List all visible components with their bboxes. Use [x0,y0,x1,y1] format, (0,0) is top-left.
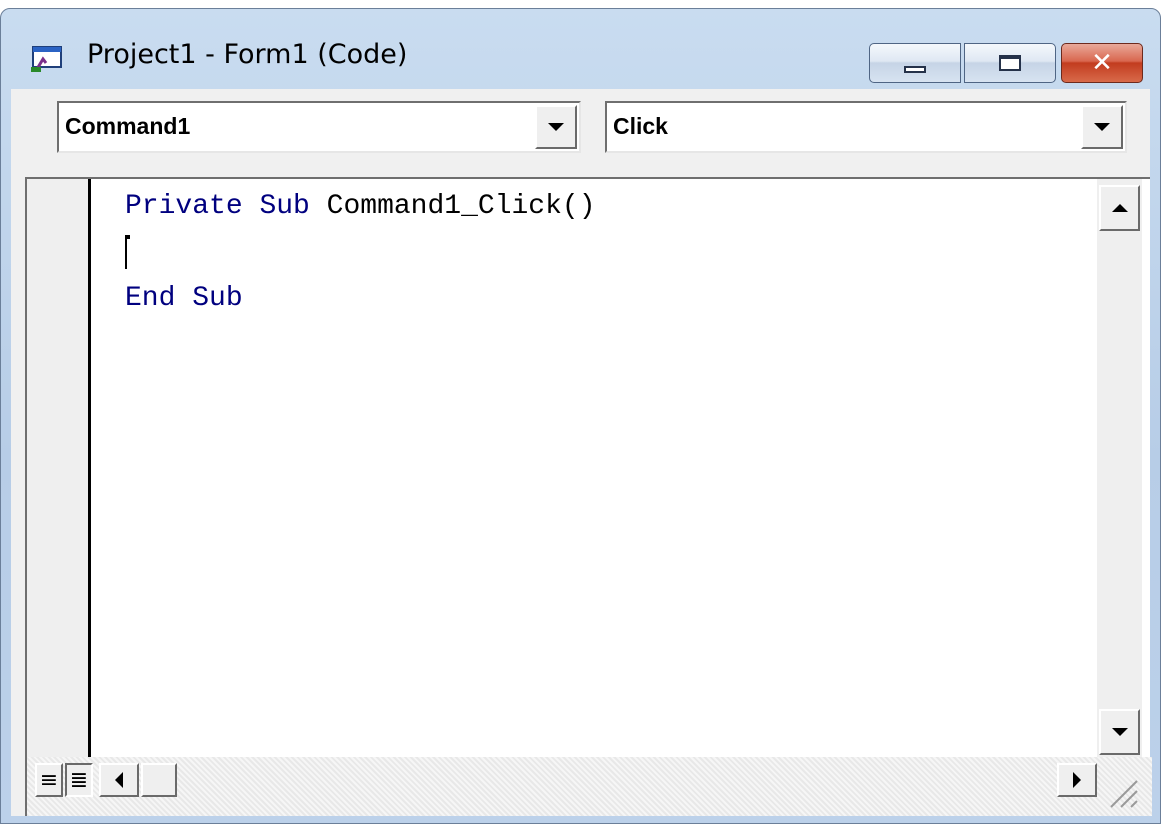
vertical-scroll-track[interactable] [1099,233,1140,707]
full-module-view-icon: ≣ [69,767,89,793]
procedure-dropdown-value: Click [613,113,668,139]
code-line-1: Private Sub Command1_Click() [125,191,596,223]
resize-grip-icon[interactable] [1101,771,1139,809]
code-window: Project1 - Form1 (Code) ✕ Command1 Click [0,8,1161,824]
code-line-3: End Sub [125,283,243,315]
minimize-icon [904,65,926,73]
chevron-right-icon [1073,772,1081,788]
code-window-icon [31,46,62,72]
keyword-sub: Sub [259,191,310,222]
keyword-sub-end: Sub [192,283,243,314]
procedure-dropdown-button[interactable] [1081,105,1123,149]
chevron-down-icon [548,123,564,131]
maximize-button[interactable] [964,43,1056,83]
horizontal-scrollbar[interactable]: ≡ ≣ [27,757,1152,816]
close-button[interactable]: ✕ [1061,43,1143,83]
procedure-dropdown[interactable]: Click [605,101,1127,153]
object-dropdown-value: Command1 [65,113,191,139]
chevron-up-icon [1111,204,1128,212]
scroll-right-button[interactable] [1057,763,1097,797]
window-title: Project1 - Form1 (Code) [87,39,408,70]
window-client-area: Command1 Click Private Sub Command1_Clic… [11,89,1152,816]
minimize-button[interactable] [869,43,961,83]
code-text-area[interactable]: Private Sub Command1_Click() End Sub [91,179,1097,757]
maximize-icon [999,55,1021,71]
horizontal-scroll-thumb[interactable] [141,763,177,797]
object-dropdown-button[interactable] [535,105,577,149]
object-dropdown[interactable]: Command1 [57,101,581,153]
margin-indicator-bar[interactable] [27,179,91,757]
close-icon: ✕ [1091,48,1113,78]
chevron-down-icon [1094,123,1110,131]
procedure-view-icon: ≡ [39,767,59,793]
full-module-view-button[interactable]: ≣ [65,763,93,797]
keyword-end: End [125,283,176,314]
scroll-up-button[interactable] [1099,185,1140,231]
code-editor: Private Sub Command1_Click() End Sub ≡ ≣ [25,177,1152,816]
scroll-left-button[interactable] [99,763,139,797]
chevron-left-icon [115,772,123,788]
chevron-down-icon [1111,728,1128,736]
title-bar[interactable]: Project1 - Form1 (Code) ✕ [1,9,1160,89]
scroll-down-button[interactable] [1099,709,1140,755]
keyword-private: Private [125,191,243,222]
text-caret-tick [125,235,130,239]
procedure-name: Command1_Click() [326,191,596,222]
text-caret [125,235,127,269]
vertical-scrollbar[interactable] [1097,179,1142,757]
procedure-view-button[interactable]: ≡ [35,763,63,797]
